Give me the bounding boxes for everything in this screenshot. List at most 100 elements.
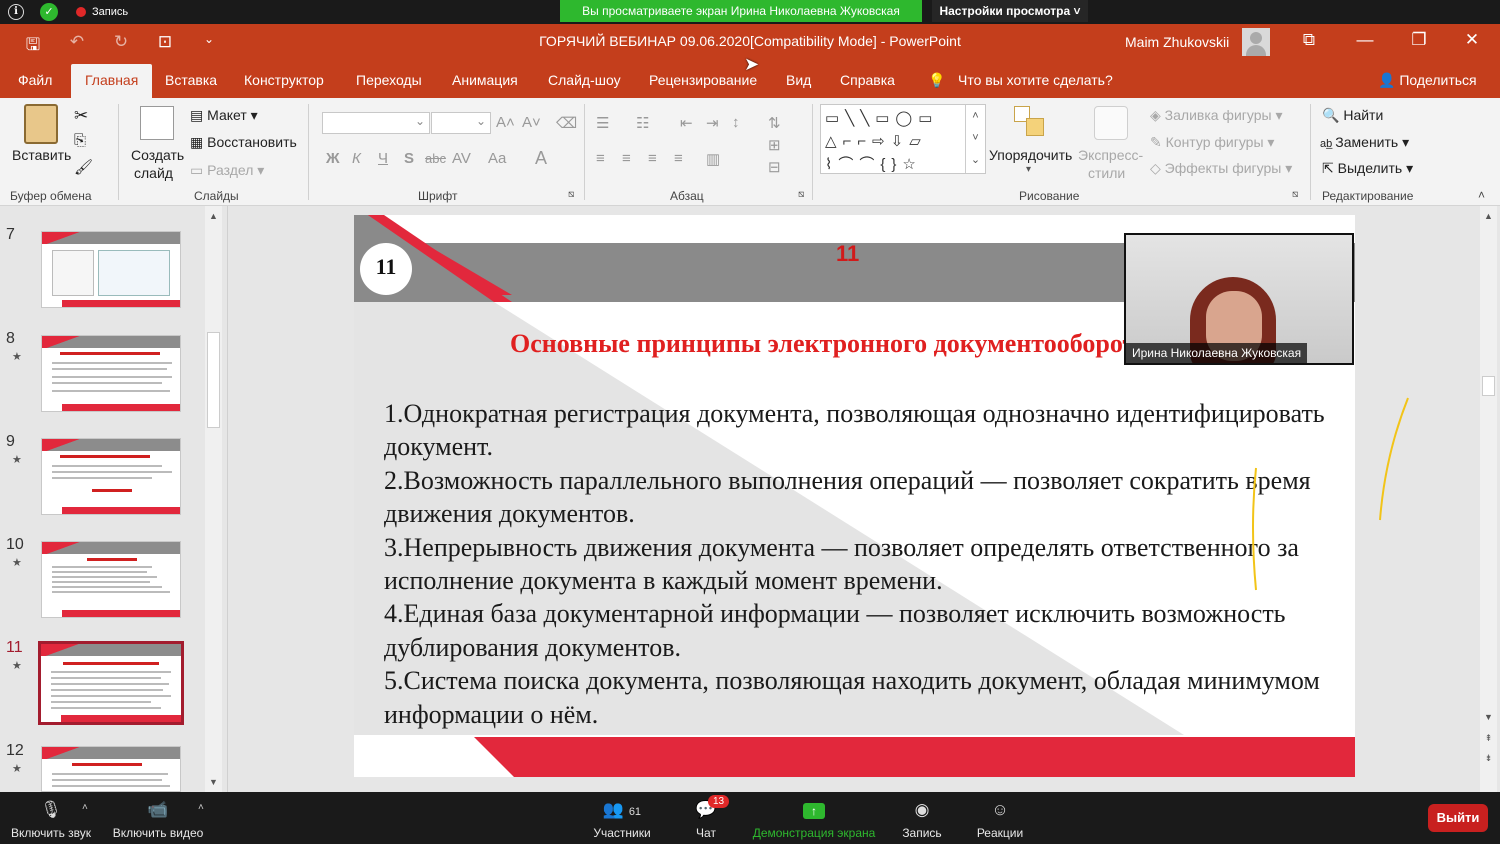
tab-view[interactable]: Вид — [786, 72, 811, 88]
minimize-icon[interactable]: — — [1350, 30, 1380, 50]
security-shield-icon[interactable]: ✓ — [40, 3, 58, 21]
collapse-ribbon-icon[interactable]: ˄ — [1478, 188, 1485, 202]
strikethrough-icon[interactable]: abc — [425, 151, 446, 166]
next-slide-icon[interactable]: ⇟ — [1480, 750, 1497, 767]
tab-transitions[interactable]: Переходы — [356, 72, 422, 88]
replace-label: Заменить — [1335, 134, 1399, 150]
italic-icon[interactable]: К — [352, 150, 361, 167]
shape-fill-button[interactable]: ◈ Заливка фигуры ▾ — [1150, 107, 1283, 124]
share-button[interactable]: 👤 Поделиться — [1378, 72, 1477, 89]
info-icon[interactable]: i — [8, 4, 24, 20]
separator — [812, 104, 813, 200]
align-right-icon[interactable]: ≡ — [648, 150, 657, 167]
bold-icon[interactable]: Ж — [326, 150, 340, 167]
char-spacing-icon[interactable]: AV — [452, 150, 471, 167]
tab-insert[interactable]: Вставка — [165, 72, 217, 88]
shape-effects-label: Эффекты фигуры — [1164, 160, 1282, 176]
reactions-button[interactable]: ☺ Реакции — [974, 792, 1026, 844]
participants-label: Участники — [593, 826, 651, 840]
change-case-icon[interactable]: Aa — [488, 150, 506, 167]
text-direction-icon[interactable]: ⇅ — [768, 114, 781, 132]
font-size-combo[interactable]: ⌄ — [431, 112, 491, 134]
share-screen-button[interactable]: ↑ Демонстрация экрана — [752, 792, 876, 844]
justify-icon[interactable]: ≡ — [674, 150, 683, 167]
participant-video-tile[interactable]: Ирина Николаевна Жуковская — [1124, 233, 1354, 365]
shapes-gallery[interactable]: ▭╲╲▭◯▭ △⌐⌐⇨⇩▱ ⌇⌒⌒{}☆ ˄ ˅ ⌄ — [820, 104, 986, 174]
line-spacing-icon[interactable]: ↕ — [732, 114, 740, 131]
font-color-icon[interactable]: A — [535, 148, 547, 169]
columns-icon[interactable]: ▥ — [706, 150, 720, 168]
record-button[interactable]: ◉ Запись — [900, 792, 944, 844]
tab-file[interactable]: Файл — [18, 72, 52, 88]
arrange-icon[interactable] — [1014, 106, 1044, 138]
tab-animation[interactable]: Анимация — [452, 72, 518, 88]
user-avatar[interactable] — [1242, 28, 1270, 56]
cut-icon[interactable]: ✂ — [74, 106, 88, 126]
reset-button[interactable]: ▦ Восстановить — [190, 134, 297, 151]
shape-effects-button[interactable]: ◇ Эффекты фигуры ▾ — [1150, 160, 1292, 177]
paste-button[interactable]: Вставить — [12, 147, 71, 163]
unmute-button[interactable]: 🎙 Включить звук — [8, 792, 94, 844]
shrink-font-icon[interactable]: A˅ — [522, 114, 541, 131]
leave-button[interactable]: Выйти — [1428, 804, 1488, 832]
underline-icon[interactable]: Ч — [378, 150, 388, 167]
tab-slideshow[interactable]: Слайд-шоу — [548, 72, 621, 88]
tab-home[interactable]: Главная — [71, 64, 153, 98]
font-dialog-launcher-icon[interactable]: ⧅ — [568, 189, 574, 200]
copy-icon[interactable]: ⎘ — [74, 132, 86, 149]
slide-scrollbar[interactable]: ▲ ▼ ⇞ ⇟ — [1480, 206, 1497, 792]
numbering-icon[interactable]: ☷ — [636, 114, 649, 132]
ribbon-display-icon[interactable]: ⧉ — [1294, 30, 1324, 50]
section-button[interactable]: ▭ Раздел ▾ — [190, 162, 264, 179]
magnifier-icon: 🔍 — [1322, 107, 1344, 123]
font-name-combo[interactable]: ⌄ — [322, 112, 430, 134]
tab-help[interactable]: Справка — [840, 72, 895, 88]
find-button[interactable]: 🔍 Найти — [1322, 107, 1383, 124]
smartart-icon[interactable]: ⊟ — [768, 158, 781, 176]
arrange-dropdown-icon[interactable]: ▾ — [1026, 164, 1031, 175]
shapes-grid[interactable]: ▭╲╲▭◯▭ △⌐⌐⇨⇩▱ ⌇⌒⌒{}☆ — [825, 107, 938, 176]
paste-icon[interactable] — [24, 104, 58, 144]
section-label: Раздел — [207, 162, 254, 178]
maximize-icon[interactable]: ❐ — [1404, 30, 1434, 50]
previous-slide-icon[interactable]: ⇞ — [1480, 730, 1497, 747]
user-name[interactable]: Maim Zhukovskii — [1125, 34, 1229, 50]
tab-design[interactable]: Конструктор — [244, 72, 324, 88]
video-options-caret-icon[interactable]: ˄ — [198, 802, 204, 813]
increase-indent-icon[interactable]: ⇥ — [706, 114, 719, 132]
clear-format-icon[interactable]: ⌫ — [556, 114, 577, 132]
shape-outline-button[interactable]: ✎ Контур фигуры ▾ — [1150, 134, 1274, 151]
replace-button[interactable]: ab̲ Заменить ▾ — [1320, 134, 1409, 151]
new-slide-label-2[interactable]: слайд — [134, 165, 173, 181]
tab-review[interactable]: Рецензирование — [649, 72, 757, 88]
start-video-button[interactable]: 📹 Включить видео — [110, 792, 206, 844]
cursor-icon: ⇱ — [1322, 160, 1338, 176]
scroll-up-icon[interactable]: ▲ — [1480, 208, 1497, 225]
shadow-icon[interactable]: S — [404, 150, 414, 167]
layout-button[interactable]: ▤ Макет ▾ — [190, 107, 258, 124]
close-icon[interactable]: ✕ — [1457, 30, 1487, 50]
decrease-indent-icon[interactable]: ⇤ — [680, 114, 693, 132]
grow-font-icon[interactable]: A˄ — [496, 114, 515, 131]
bullets-icon[interactable]: ☰ — [596, 114, 609, 132]
tell-me-search[interactable]: Что вы хотите сделать? — [958, 72, 1113, 88]
drawing-dialog-launcher-icon[interactable]: ⧅ — [1292, 189, 1298, 200]
select-button[interactable]: ⇱ Выделить ▾ — [1322, 160, 1413, 177]
audio-options-caret-icon[interactable]: ˄ — [82, 802, 88, 813]
view-options-button[interactable]: Настройки просмотра ˅ — [932, 0, 1088, 22]
align-center-icon[interactable]: ≡ — [622, 150, 631, 167]
new-slide-label-1[interactable]: Создать — [131, 147, 184, 163]
align-text-icon[interactable]: ⊞ — [768, 136, 781, 154]
scrollbar-thumb[interactable] — [1482, 376, 1495, 396]
align-left-icon[interactable]: ≡ — [596, 150, 605, 167]
new-slide-icon[interactable] — [140, 106, 174, 140]
quick-styles-label-2[interactable]: стили — [1088, 165, 1125, 181]
format-painter-icon[interactable]: 🖌 — [74, 158, 93, 176]
quick-styles-label-1[interactable]: Экспресс- — [1078, 147, 1143, 163]
shapes-gallery-scroll[interactable]: ˄ ˅ ⌄ — [965, 105, 985, 173]
arrange-button[interactable]: Упорядочить — [989, 147, 1072, 163]
quick-styles-icon[interactable] — [1094, 106, 1128, 140]
scroll-down-icon[interactable]: ▼ — [1480, 709, 1497, 726]
paragraph-dialog-launcher-icon[interactable]: ⧅ — [798, 189, 804, 200]
participants-button[interactable]: 👥 61 Участники — [590, 792, 654, 844]
